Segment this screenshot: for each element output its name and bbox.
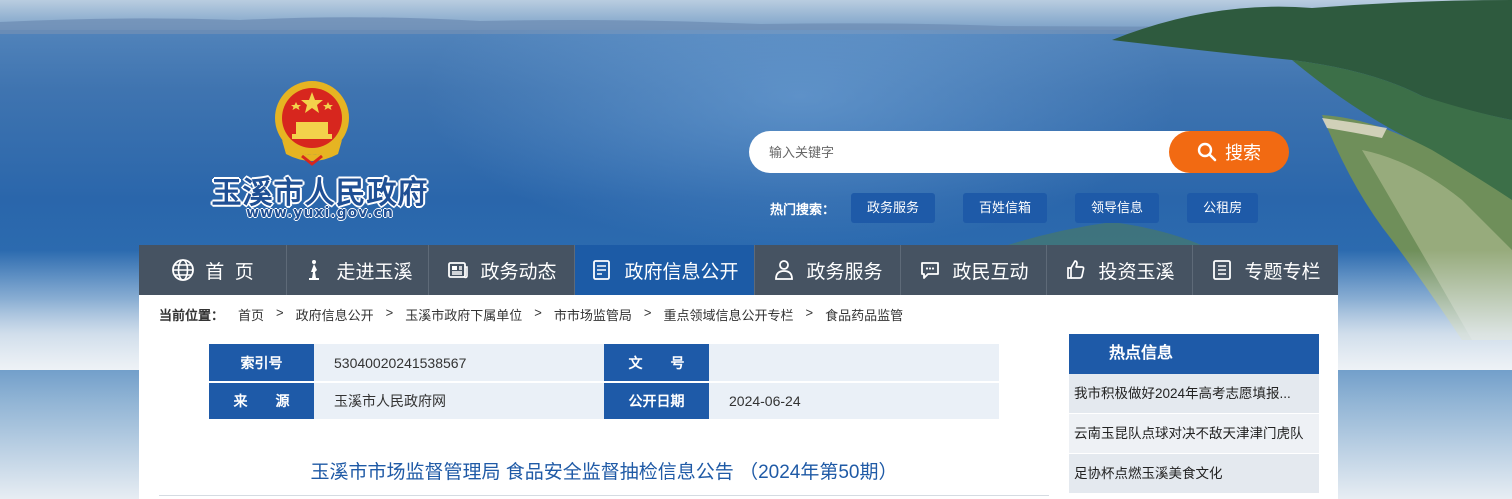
search-icon bbox=[1197, 142, 1217, 162]
source-label: 来 源 bbox=[209, 382, 314, 421]
breadcrumb-prefix: 当前位置： bbox=[159, 308, 225, 323]
index-value: 53040020241538567 bbox=[314, 344, 604, 383]
index-label: 索引号 bbox=[209, 344, 314, 383]
nav-item-about-yuxi[interactable]: 走进玉溪 bbox=[287, 245, 429, 295]
nav-label: 走进玉溪 bbox=[336, 261, 413, 283]
list-item[interactable]: 云南玉昆队点球对决不敌天津津门虎队 bbox=[1069, 414, 1319, 454]
nav-item-home[interactable]: 首 页 bbox=[139, 245, 287, 295]
breadcrumb-item-subordinate-units[interactable]: 玉溪市政府下属单位 bbox=[405, 305, 522, 324]
article-title: 玉溪市市场监督管理局 食品安全监督抽检信息公告 （2024年第50期） bbox=[310, 462, 898, 483]
breadcrumb-separator: > bbox=[385, 305, 394, 320]
list-icon bbox=[1213, 260, 1232, 280]
nav-item-invest[interactable]: 投资玉溪 bbox=[1047, 245, 1193, 295]
breadcrumb-item-home[interactable]: 首页 bbox=[238, 305, 264, 324]
sidebar-heading: 热点信息 bbox=[1069, 334, 1319, 374]
chat-icon bbox=[921, 262, 940, 279]
document-meta-table: 索引号 53040020241538567 文 号 来 源 玉溪市人民政府网 公… bbox=[209, 344, 999, 421]
nav-label: 政民互动 bbox=[952, 261, 1029, 283]
breadcrumb-separator: > bbox=[643, 305, 652, 320]
table-row: 索引号 53040020241538567 文 号 bbox=[209, 344, 999, 383]
doc-no-value bbox=[709, 344, 999, 383]
nav-label: 专题专栏 bbox=[1244, 261, 1321, 283]
nav-label: 政务服务 bbox=[806, 261, 883, 283]
nav-label: 政务动态 bbox=[480, 261, 557, 283]
site-logo[interactable]: 玉溪市人民政府 www.yuxi.gov.cn bbox=[200, 78, 440, 228]
breadcrumb: 当前位置： 首页 > 政府信息公开 > 玉溪市政府下属单位 > 市市场监管局 >… bbox=[159, 305, 903, 324]
thumbs-up-icon bbox=[1067, 260, 1085, 279]
breadcrumb-item-market-bureau[interactable]: 市市场监管局 bbox=[554, 305, 632, 324]
hot-tag-mailbox[interactable]: 百姓信箱 bbox=[963, 193, 1048, 223]
hot-info-sidebar: 热点信息 我市积极做好2024年高考志愿填报... 云南玉昆队点球对决不敌天津津… bbox=[1069, 334, 1319, 494]
nav-label: 政府信息公开 bbox=[624, 261, 739, 283]
national-emblem-icon bbox=[275, 81, 349, 166]
nav-item-interaction[interactable]: 政民互动 bbox=[901, 245, 1047, 295]
breadcrumb-separator: > bbox=[276, 305, 284, 320]
search-button-label: 搜索 bbox=[1225, 143, 1261, 163]
globe-icon bbox=[172, 259, 195, 281]
person-icon bbox=[775, 260, 794, 280]
document-icon bbox=[593, 260, 611, 280]
nav-label: 首 页 bbox=[205, 261, 254, 283]
newspaper-icon bbox=[448, 262, 469, 279]
hot-tag-public-housing[interactable]: 公租房 bbox=[1187, 193, 1259, 223]
search-bar: 搜索 bbox=[749, 131, 1289, 173]
table-row: 来 源 玉溪市人民政府网 公开日期 2024-06-24 bbox=[209, 382, 999, 421]
search-button[interactable]: 搜索 bbox=[1169, 131, 1289, 173]
date-value: 2024-06-24 bbox=[709, 382, 999, 421]
date-label: 公开日期 bbox=[604, 382, 709, 421]
source-value: 玉溪市人民政府网 bbox=[314, 382, 604, 421]
hot-search-label: 热门搜索： bbox=[770, 201, 836, 217]
main-nav: 首 页 走进玉溪 政务动态 政府信息公开 政务服务 政民互动 投资玉溪 专题专栏 bbox=[139, 245, 1338, 295]
breadcrumb-separator: > bbox=[534, 305, 542, 320]
breadcrumb-item-key-areas[interactable]: 重点领域信息公开专栏 bbox=[663, 305, 793, 324]
nav-label: 投资玉溪 bbox=[1098, 261, 1175, 283]
site-url: www.yuxi.gov.cn bbox=[246, 205, 394, 221]
content-panel: 当前位置： 首页 > 政府信息公开 > 玉溪市政府下属单位 > 市市场监管局 >… bbox=[139, 295, 1338, 499]
nav-item-info-disclosure[interactable]: 政府信息公开 bbox=[575, 245, 755, 295]
nav-item-special-topics[interactable]: 专题专栏 bbox=[1193, 245, 1338, 295]
hot-tag-leaders[interactable]: 领导信息 bbox=[1075, 193, 1160, 223]
breadcrumb-item-info-disclosure[interactable]: 政府信息公开 bbox=[296, 305, 374, 324]
nav-item-gov-service[interactable]: 政务服务 bbox=[755, 245, 901, 295]
nav-item-gov-news[interactable]: 政务动态 bbox=[429, 245, 575, 295]
hot-search: 热门搜索： 政务服务 百姓信箱 领导信息 公租房 bbox=[770, 192, 1286, 224]
search-input[interactable] bbox=[749, 131, 1209, 173]
breadcrumb-separator: > bbox=[805, 305, 814, 320]
breadcrumb-item-food-drug[interactable]: 食品药品监管 bbox=[825, 305, 903, 324]
hot-tag-gov-service[interactable]: 政务服务 bbox=[851, 193, 936, 223]
title-divider bbox=[159, 495, 1049, 496]
doc-no-label: 文 号 bbox=[604, 344, 709, 383]
statue-icon bbox=[309, 260, 320, 280]
list-item[interactable]: 足协杯点燃玉溪美食文化 bbox=[1069, 454, 1319, 494]
list-item[interactable]: 我市积极做好2024年高考志愿填报... bbox=[1069, 374, 1319, 414]
